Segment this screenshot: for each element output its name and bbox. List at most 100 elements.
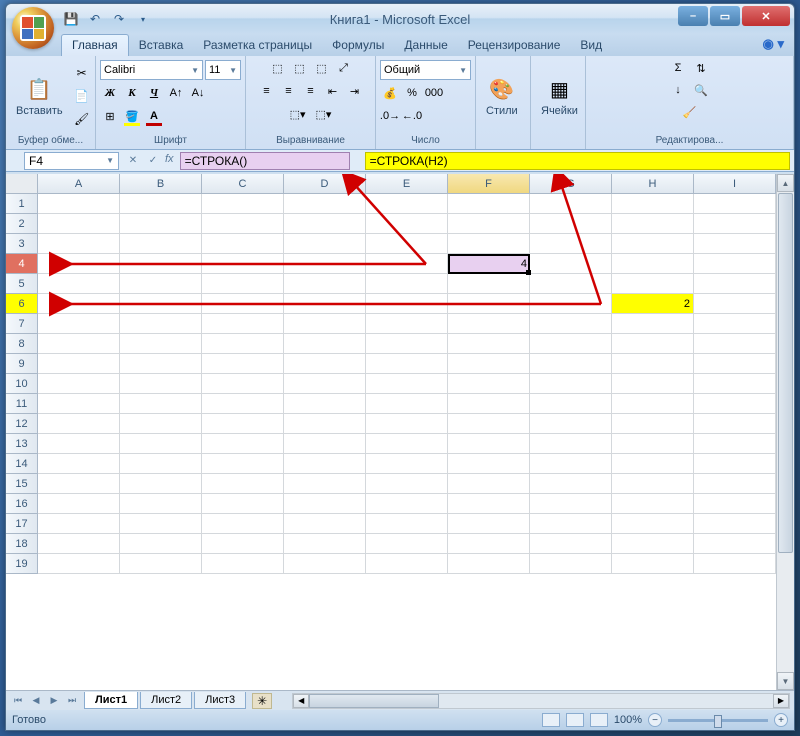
cell-F16[interactable] (448, 494, 530, 514)
cell-H11[interactable] (612, 394, 694, 414)
copy-button[interactable]: 📄 (71, 85, 93, 107)
cell-A19[interactable] (38, 554, 120, 574)
cells-area[interactable]: 42 (38, 194, 776, 690)
cell-I6[interactable] (694, 294, 776, 314)
cell-A18[interactable] (38, 534, 120, 554)
cell-C17[interactable] (202, 514, 284, 534)
cell-C14[interactable] (202, 454, 284, 474)
cell-H4[interactable] (612, 254, 694, 274)
row-header-2[interactable]: 2 (6, 214, 38, 234)
vscroll-thumb[interactable] (778, 193, 793, 553)
cell-I19[interactable] (694, 554, 776, 574)
scroll-up-button[interactable]: ▲ (777, 174, 794, 192)
row-header-5[interactable]: 5 (6, 274, 38, 294)
align-center-button[interactable]: ≡ (279, 81, 299, 101)
find-button[interactable]: 🔍 (691, 80, 711, 100)
column-header-A[interactable]: A (38, 174, 120, 194)
cell-E19[interactable] (366, 554, 448, 574)
cell-I12[interactable] (694, 414, 776, 434)
hscroll-thumb[interactable] (309, 694, 439, 708)
cell-G4[interactable] (530, 254, 612, 274)
cell-D16[interactable] (284, 494, 366, 514)
cell-G8[interactable] (530, 334, 612, 354)
row-header-1[interactable]: 1 (6, 194, 38, 214)
cell-H18[interactable] (612, 534, 694, 554)
zoom-in-button[interactable]: + (774, 713, 788, 727)
cell-G19[interactable] (530, 554, 612, 574)
row-header-15[interactable]: 15 (6, 474, 38, 494)
cell-D13[interactable] (284, 434, 366, 454)
view-normal-button[interactable] (542, 713, 560, 727)
cell-D11[interactable] (284, 394, 366, 414)
cell-H2[interactable] (612, 214, 694, 234)
vertical-scrollbar[interactable]: ▲ ▼ (776, 174, 794, 690)
qat-customize-icon[interactable]: ▾ (133, 9, 153, 29)
cell-D19[interactable] (284, 554, 366, 574)
cell-I8[interactable] (694, 334, 776, 354)
enter-formula-button[interactable]: ✓ (145, 153, 161, 169)
row-header-4[interactable]: 4 (6, 254, 38, 274)
cell-D4[interactable] (284, 254, 366, 274)
cell-B14[interactable] (120, 454, 202, 474)
cell-B6[interactable] (120, 294, 202, 314)
orientation-button[interactable]: ⤢ (334, 58, 354, 78)
qat-redo[interactable]: ↷ (109, 9, 129, 29)
maximize-button[interactable]: ▭ (710, 6, 740, 26)
new-sheet-button[interactable]: ✳ (252, 693, 272, 709)
cell-B16[interactable] (120, 494, 202, 514)
cell-A17[interactable] (38, 514, 120, 534)
cell-A4[interactable] (38, 254, 120, 274)
font-name-combo[interactable]: Calibri▼ (100, 60, 203, 80)
cell-I1[interactable] (694, 194, 776, 214)
cell-I7[interactable] (694, 314, 776, 334)
cell-H10[interactable] (612, 374, 694, 394)
qat-save[interactable]: 💾 (61, 9, 81, 29)
cell-F17[interactable] (448, 514, 530, 534)
cell-D6[interactable] (284, 294, 366, 314)
italic-button[interactable]: К (122, 83, 142, 103)
cell-C5[interactable] (202, 274, 284, 294)
cell-C8[interactable] (202, 334, 284, 354)
align-middle-button[interactable]: ⬚ (290, 58, 310, 78)
cell-H8[interactable] (612, 334, 694, 354)
font-color-button[interactable]: A (144, 106, 164, 126)
cell-C15[interactable] (202, 474, 284, 494)
cell-D10[interactable] (284, 374, 366, 394)
align-bottom-button[interactable]: ⬚ (312, 58, 332, 78)
row-header-14[interactable]: 14 (6, 454, 38, 474)
cell-H1[interactable] (612, 194, 694, 214)
cell-D14[interactable] (284, 454, 366, 474)
cell-B12[interactable] (120, 414, 202, 434)
cell-F3[interactable] (448, 234, 530, 254)
cell-E6[interactable] (366, 294, 448, 314)
cell-I10[interactable] (694, 374, 776, 394)
tab-review[interactable]: Рецензирование (458, 35, 571, 56)
cell-C10[interactable] (202, 374, 284, 394)
cell-I15[interactable] (694, 474, 776, 494)
increase-decimal-button[interactable]: .0→ (380, 106, 400, 126)
cell-E2[interactable] (366, 214, 448, 234)
cell-H3[interactable] (612, 234, 694, 254)
qat-undo[interactable]: ↶ (85, 9, 105, 29)
bold-button[interactable]: Ж (100, 83, 120, 103)
horizontal-scrollbar[interactable]: ◀ ▶ (292, 693, 790, 709)
cell-G9[interactable] (530, 354, 612, 374)
cell-G2[interactable] (530, 214, 612, 234)
cell-E16[interactable] (366, 494, 448, 514)
font-size-combo[interactable]: 11▼ (205, 60, 241, 80)
cell-C16[interactable] (202, 494, 284, 514)
align-top-button[interactable]: ⬚ (268, 58, 288, 78)
number-format-combo[interactable]: Общий▼ (380, 60, 471, 80)
cell-F13[interactable] (448, 434, 530, 454)
cell-I9[interactable] (694, 354, 776, 374)
cell-F12[interactable] (448, 414, 530, 434)
cell-H19[interactable] (612, 554, 694, 574)
cell-D15[interactable] (284, 474, 366, 494)
cell-D7[interactable] (284, 314, 366, 334)
cell-C1[interactable] (202, 194, 284, 214)
cut-button[interactable]: ✂ (71, 62, 93, 84)
cell-H16[interactable] (612, 494, 694, 514)
cell-F15[interactable] (448, 474, 530, 494)
indent-dec-button[interactable]: ⇤ (323, 81, 343, 101)
cell-F5[interactable] (448, 274, 530, 294)
